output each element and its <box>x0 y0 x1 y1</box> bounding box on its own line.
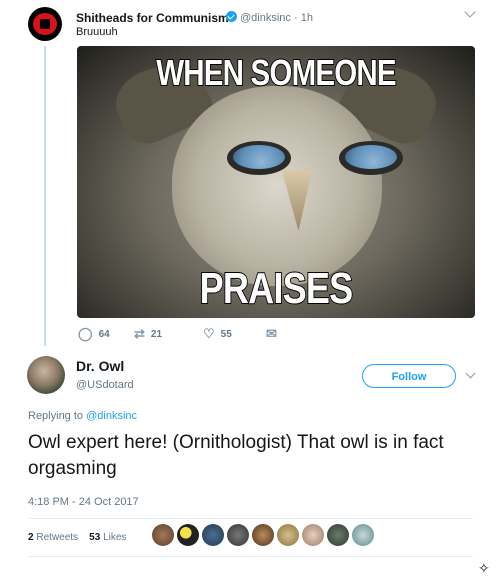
verified-badge-icon <box>226 11 237 22</box>
reply-icon: ◯ <box>78 326 93 341</box>
avatar[interactable] <box>352 524 374 546</box>
like-button[interactable]: ♡ 55 <box>203 326 232 342</box>
tweet-author-handle[interactable]: @USdotard <box>76 379 134 391</box>
avatar[interactable] <box>302 524 324 546</box>
tweet-author-name[interactable]: Dr. Owl <box>76 358 124 374</box>
likes-stat[interactable]: 53 Likes <box>89 532 126 543</box>
liker-avatars <box>152 524 374 546</box>
avatar[interactable] <box>202 524 224 546</box>
tweet-author-handle[interactable]: @dinksinc · 1h <box>240 12 313 24</box>
owl-eye-left <box>227 141 291 175</box>
reply-button[interactable]: ◯ 64 <box>78 326 110 342</box>
meme-bottom-caption: PRAISES CAPITALISM <box>170 263 382 318</box>
chevron-down-icon[interactable] <box>465 368 476 379</box>
direct-message-button[interactable]: ✉ <box>266 326 283 342</box>
meme-top-caption: WHEN SOMEONE <box>155 51 397 94</box>
owl-eye-right <box>339 141 403 175</box>
divider <box>28 556 473 557</box>
tweet-stats: 2 Retweets 53 Likes <box>28 532 126 543</box>
follow-button[interactable]: Follow <box>362 364 456 388</box>
heart-icon: ♡ <box>203 326 215 341</box>
avatar[interactable] <box>227 524 249 546</box>
avatar[interactable] <box>277 524 299 546</box>
avatar[interactable] <box>27 356 65 394</box>
owl-face <box>172 86 382 286</box>
thread-connector <box>44 46 46 346</box>
tweet-time: · 1h <box>293 12 313 24</box>
replying-to: Replying to @dinksinc <box>28 410 138 422</box>
avatar[interactable] <box>252 524 274 546</box>
tweet-image[interactable]: WHEN SOMEONE PRAISES CAPITALISM <box>77 46 475 318</box>
reply-count: 64 <box>98 328 110 340</box>
avatar[interactable] <box>327 524 349 546</box>
tweet-author-name[interactable]: Shitheads for Communism <box>76 11 229 25</box>
tweet-timestamp[interactable]: 4:18 PM - 24 Oct 2017 <box>28 496 139 508</box>
retweet-button[interactable]: ⇄ 21 <box>134 326 162 342</box>
like-count: 55 <box>220 328 232 340</box>
avatar[interactable] <box>28 7 62 41</box>
retweet-count: 21 <box>150 328 163 340</box>
avatar[interactable] <box>177 524 199 546</box>
avatar[interactable] <box>152 524 174 546</box>
envelope-icon: ✉ <box>266 326 277 341</box>
chevron-down-icon[interactable] <box>464 6 476 18</box>
tweet-text: Bruuuuh <box>76 26 118 38</box>
tweet-text: Owl expert here! (Ornithologist) That ow… <box>28 432 444 479</box>
replying-to-handle[interactable]: @dinksinc <box>86 410 137 422</box>
watermark-icon: ✧ <box>478 560 490 576</box>
retweets-stat[interactable]: 2 Retweets <box>28 532 78 543</box>
divider <box>28 518 473 519</box>
retweet-icon: ⇄ <box>134 326 145 341</box>
